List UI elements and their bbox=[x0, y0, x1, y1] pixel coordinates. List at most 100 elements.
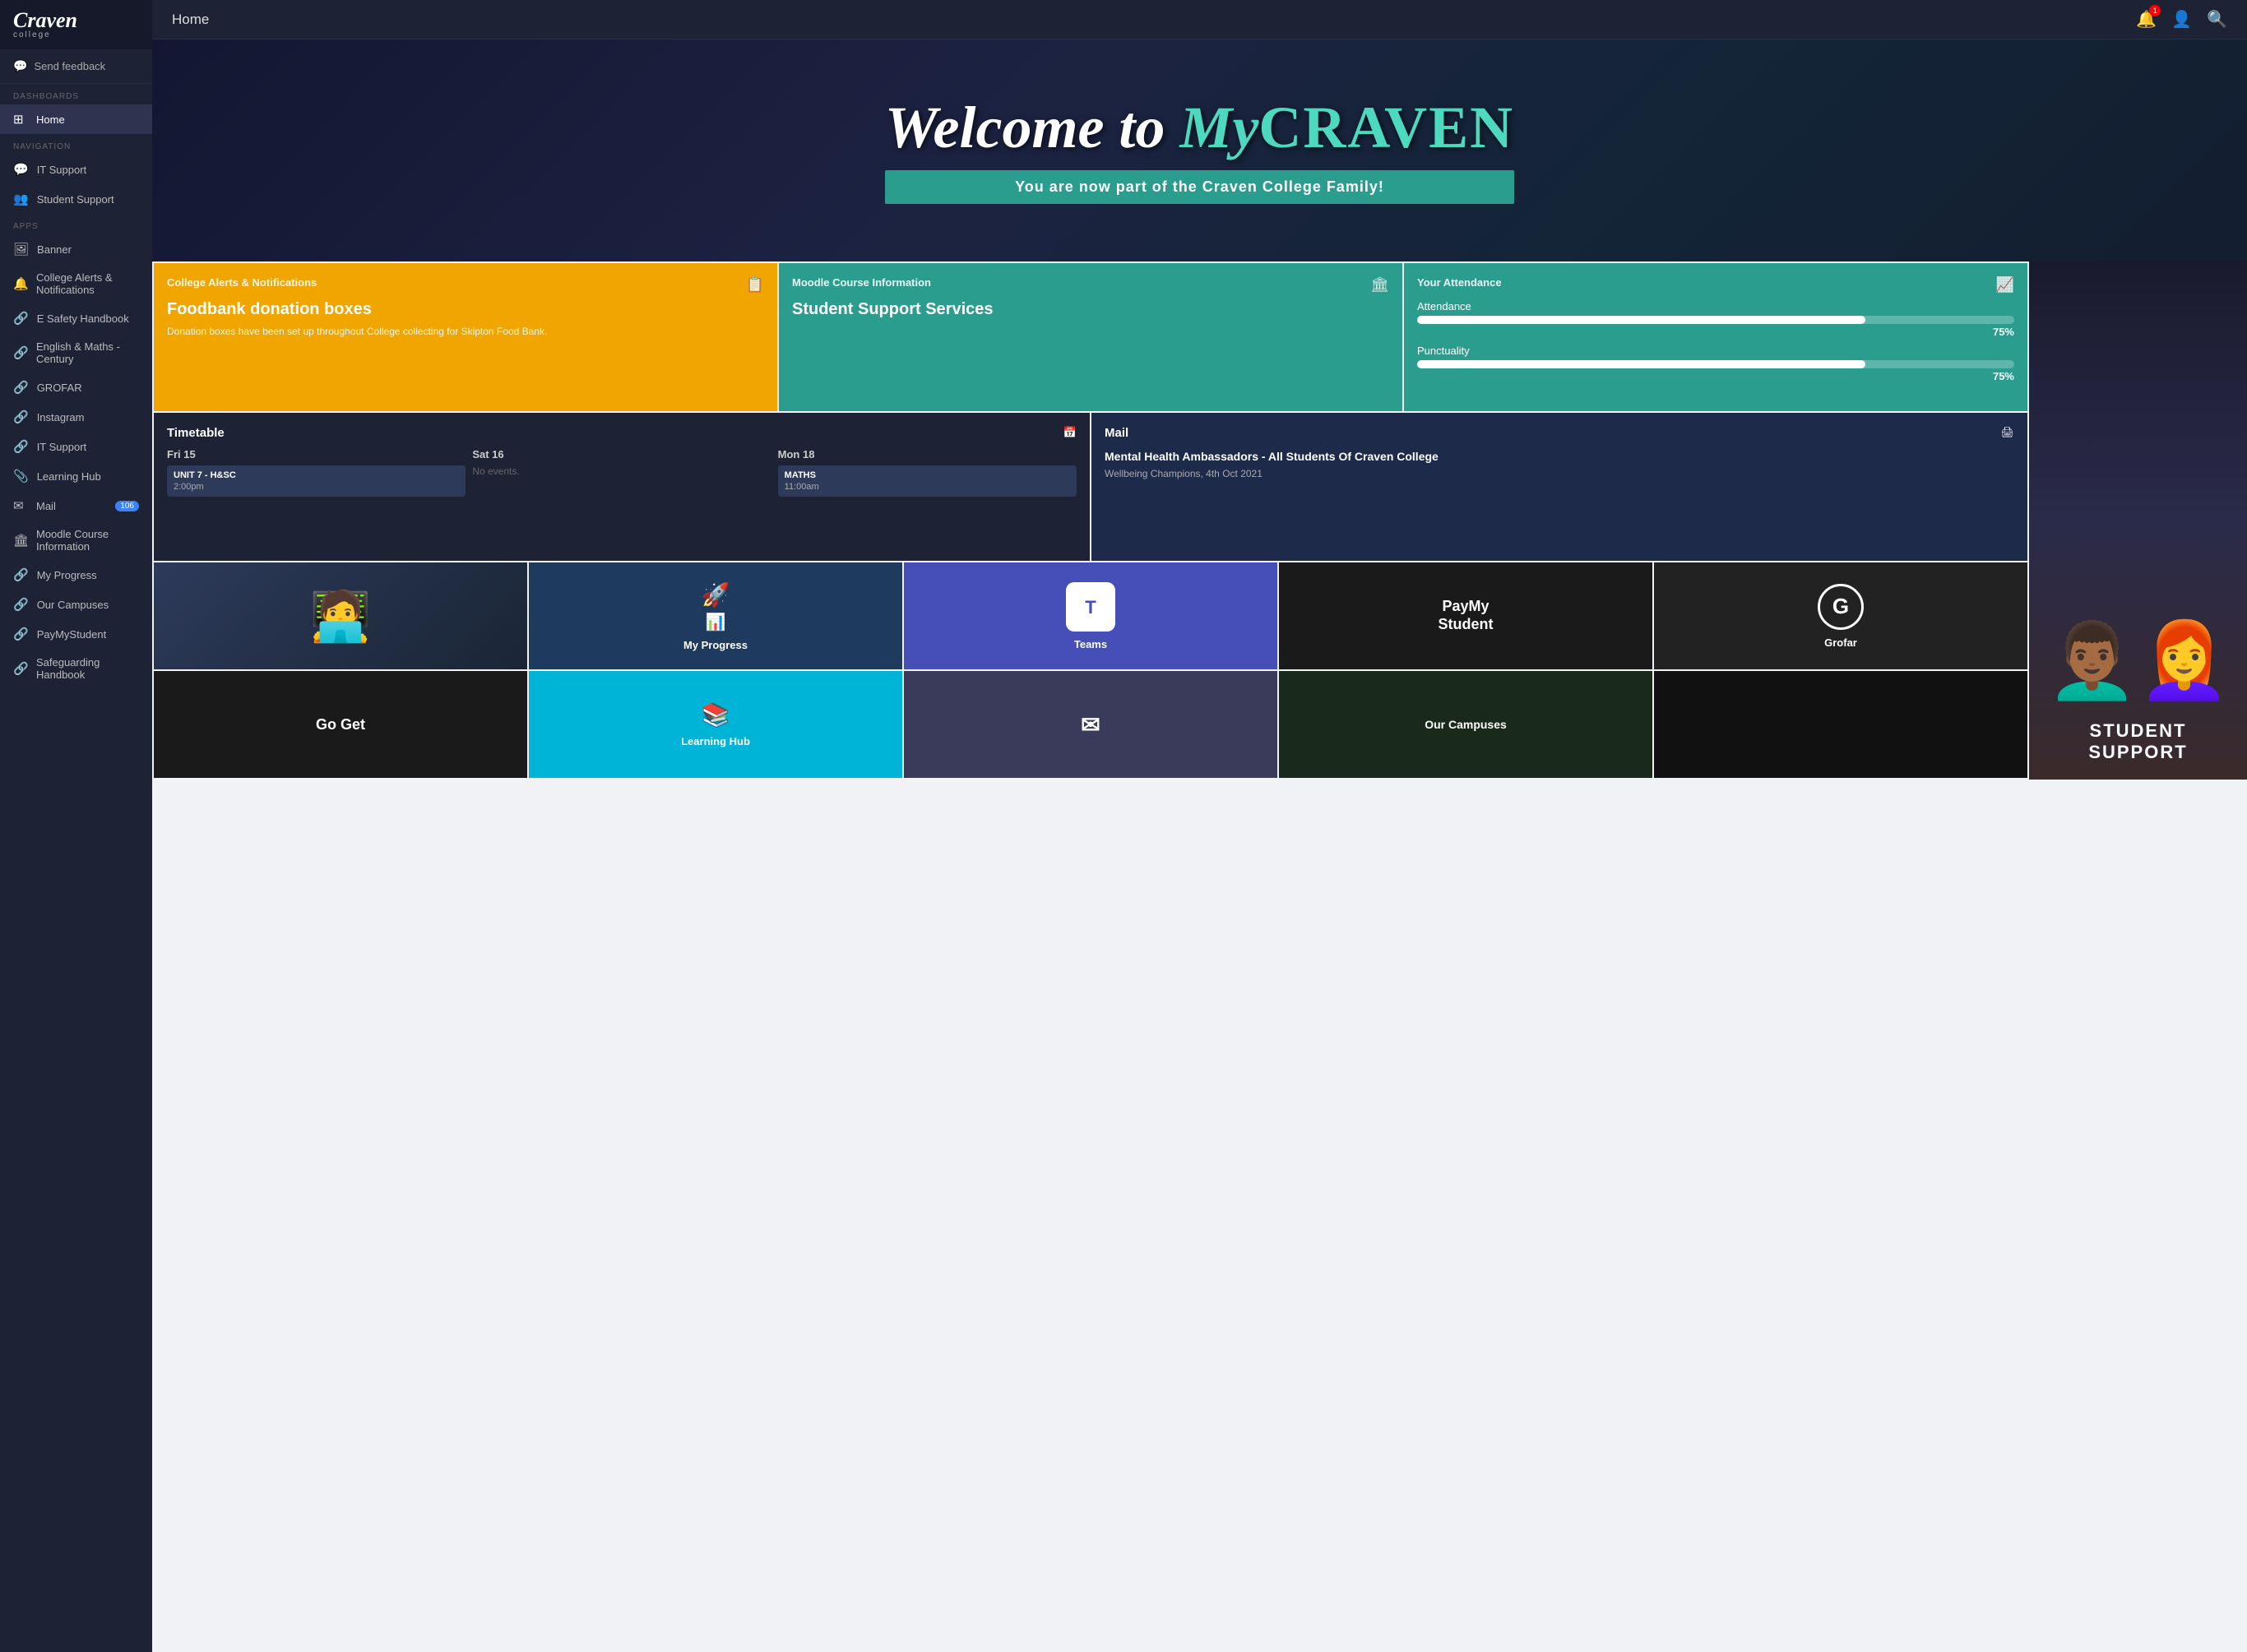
sidebar-item-moodle[interactable]: 🏛 Moodle Course Information bbox=[0, 521, 152, 560]
grofar-app-label: Grofar bbox=[1824, 636, 1857, 649]
college-alerts-tile-icon: 📋 bbox=[746, 276, 764, 294]
logo-main: Craven bbox=[13, 10, 77, 31]
profile-button[interactable]: 👤 bbox=[2171, 9, 2192, 30]
safeguarding-label: Safeguarding Handbook bbox=[36, 656, 139, 681]
sidebar-item-it-support2[interactable]: 🔗 IT Support bbox=[0, 432, 152, 461]
my-progress-label: My Progress bbox=[37, 569, 97, 581]
moodle-label: Moodle Course Information bbox=[36, 528, 139, 553]
mail2-app-tile[interactable]: ✉ bbox=[904, 671, 1277, 778]
punctuality-label: Punctuality bbox=[1417, 345, 2014, 357]
apps-section: APPS 🖼 Banner 🔔 College Alerts & Notific… bbox=[0, 214, 152, 688]
main-content-wrapper: College Alerts & Notifications 📋 Foodban… bbox=[152, 261, 2247, 780]
hero-title: Welcome to MyCRAVEN bbox=[885, 98, 1514, 157]
my-progress-app-tile[interactable]: 🚀 📊 My Progress bbox=[529, 562, 902, 669]
sidebar-item-banner[interactable]: 🖼 Banner bbox=[0, 234, 152, 264]
college-alerts-tile: College Alerts & Notifications 📋 Foodban… bbox=[154, 263, 777, 411]
notification-badge: 1 bbox=[2149, 5, 2161, 16]
mail-badge: 106 bbox=[115, 501, 139, 511]
hero-subtitle: You are now part of the Craven College F… bbox=[885, 170, 1514, 204]
our-campuses-label: Our Campuses bbox=[37, 599, 109, 611]
grofar-icon: 🔗 bbox=[13, 380, 29, 395]
grofar-app-tile[interactable]: G Grofar bbox=[1654, 562, 2027, 669]
my-text: My bbox=[1179, 95, 1258, 160]
day-mon-event: MATHS 11:00am bbox=[778, 465, 1077, 497]
paymystudent-app-tile[interactable]: PayMyStudent bbox=[1279, 562, 1652, 669]
svg-text:T: T bbox=[1085, 597, 1096, 618]
welcome-text: Welcome to bbox=[885, 95, 1180, 160]
apps-row-2: Go Get 📚 Learning Hub ✉ Our Campuses bbox=[154, 671, 2027, 778]
mail-label: Mail bbox=[36, 500, 56, 512]
day-fri-event: UNIT 7 - H&SC 2:00pm bbox=[167, 465, 466, 497]
our-campuses-app-label: Our Campuses bbox=[1425, 718, 1507, 731]
notification-button[interactable]: 🔔 1 bbox=[2136, 9, 2157, 30]
timetable-day-fri: Fri 15 UNIT 7 - H&SC 2:00pm bbox=[167, 448, 466, 497]
timetable-day-sat: Sat 16 No events. bbox=[472, 448, 771, 497]
moodle-tile: Moodle Course Information 🏛 Student Supp… bbox=[779, 263, 1402, 411]
learning-hub-app-tile[interactable]: 📚 Learning Hub bbox=[529, 671, 902, 778]
day-sat-label: Sat 16 bbox=[472, 448, 771, 460]
e-safety-icon: 🔗 bbox=[13, 311, 29, 326]
topbar-icons: 🔔 1 👤 🔍 bbox=[2136, 9, 2227, 30]
attendance-tile: Your Attendance 📈 Attendance 75% Punctua… bbox=[1404, 263, 2027, 411]
hero-banner: Welcome to MyCRAVEN You are now part of … bbox=[152, 39, 2247, 261]
instagram-icon: 🔗 bbox=[13, 410, 29, 424]
moodle-tile-header: Moodle Course Information bbox=[792, 276, 931, 289]
person-studying-image: 🧑‍💻 bbox=[310, 587, 372, 646]
sidebar-item-instagram[interactable]: 🔗 Instagram bbox=[0, 402, 152, 432]
attendance-label: Attendance bbox=[1417, 300, 2014, 312]
craven-text: CRAVEN bbox=[1258, 95, 1514, 160]
sidebar-item-learning-hub[interactable]: 📎 Learning Hub bbox=[0, 461, 152, 491]
students-photo: 👨🏾‍🦱👩‍🦰 bbox=[2045, 618, 2230, 704]
moodle-tile-icon: 🏛 bbox=[1370, 276, 1389, 294]
tiles-row-1: College Alerts & Notifications 📋 Foodban… bbox=[154, 263, 2027, 411]
sidebar-item-e-safety[interactable]: 🔗 E Safety Handbook bbox=[0, 303, 152, 333]
banner-icon: 🖼 bbox=[13, 242, 29, 257]
paymystudent-app-icon: PayMyStudent bbox=[1439, 598, 1494, 633]
english-maths-label: English & Maths - Century bbox=[36, 340, 139, 365]
timetable-day-mon: Mon 18 MATHS 11:00am bbox=[778, 448, 1077, 497]
it-support-icon: 💬 bbox=[13, 162, 29, 177]
moodle-tile-title: Student Support Services bbox=[792, 300, 1389, 319]
day-fri-event-time: 2:00pm bbox=[174, 482, 459, 492]
search-button[interactable]: 🔍 bbox=[2207, 9, 2227, 30]
feedback-label: Send feedback bbox=[34, 60, 105, 72]
punctuality-section: Punctuality 75% bbox=[1417, 345, 2014, 382]
mail-icon: ✉ bbox=[13, 498, 28, 513]
sidebar-item-safeguarding[interactable]: 🔗 Safeguarding Handbook bbox=[0, 649, 152, 688]
sidebar-item-grofar[interactable]: 🔗 GROFAR bbox=[0, 373, 152, 402]
day-fri-event-name: UNIT 7 - H&SC bbox=[174, 470, 459, 480]
moodle-icon: 🏛 bbox=[13, 533, 28, 548]
student-support-text: STUDENT SUPPORT bbox=[2037, 720, 2239, 763]
college-alerts-label: College Alerts & Notifications bbox=[36, 271, 139, 296]
grofar-app-icon: G bbox=[1818, 584, 1864, 630]
sidebar-item-my-progress[interactable]: 🔗 My Progress bbox=[0, 560, 152, 590]
day-mon-event-name: MATHS bbox=[785, 470, 1070, 480]
placeholder-tile bbox=[1654, 671, 2027, 778]
sidebar-item-home[interactable]: ⊞ Home bbox=[0, 104, 152, 134]
sidebar-item-mail[interactable]: ✉ Mail 106 bbox=[0, 491, 152, 521]
tiles-row-2: Timetable 📅 Fri 15 UNIT 7 - H&SC 2:00pm bbox=[154, 413, 2027, 561]
sidebar-item-english-maths[interactable]: 🔗 English & Maths - Century bbox=[0, 333, 152, 373]
banner-label: Banner bbox=[37, 243, 72, 256]
english-maths-icon: 🔗 bbox=[13, 345, 28, 360]
sidebar-item-it-support[interactable]: 💬 IT Support bbox=[0, 155, 152, 184]
my-progress-app-icon: 🚀 bbox=[702, 581, 730, 609]
sidebar-item-college-alerts[interactable]: 🔔 College Alerts & Notifications bbox=[0, 264, 152, 303]
learning-hub-icon: 📎 bbox=[13, 469, 29, 484]
apps-section-label: APPS bbox=[0, 214, 152, 234]
send-feedback-item[interactable]: 💬 Send feedback bbox=[0, 49, 152, 84]
timetable-icon: 📅 bbox=[1063, 426, 1077, 439]
college-alerts-icon: 🔔 bbox=[13, 276, 28, 291]
teams-app-tile[interactable]: T Teams bbox=[904, 562, 1277, 669]
sidebar-item-paymystudent[interactable]: 🔗 PayMyStudent bbox=[0, 619, 152, 649]
timetable-header: Timetable bbox=[167, 426, 225, 440]
sidebar-item-student-support[interactable]: 👥 Student Support bbox=[0, 184, 152, 214]
learning-hub-app-label: Learning Hub bbox=[681, 735, 750, 747]
sidebar-item-our-campuses[interactable]: 🔗 Our Campuses bbox=[0, 590, 152, 619]
our-campuses-app-tile[interactable]: Our Campuses bbox=[1279, 671, 1652, 778]
day-fri-label: Fri 15 bbox=[167, 448, 466, 460]
punctuality-bar-fill bbox=[1417, 360, 1865, 368]
it-support2-label: IT Support bbox=[37, 441, 86, 453]
goget-app-tile[interactable]: Go Get bbox=[154, 671, 527, 778]
teams-icon: T bbox=[1066, 582, 1115, 632]
